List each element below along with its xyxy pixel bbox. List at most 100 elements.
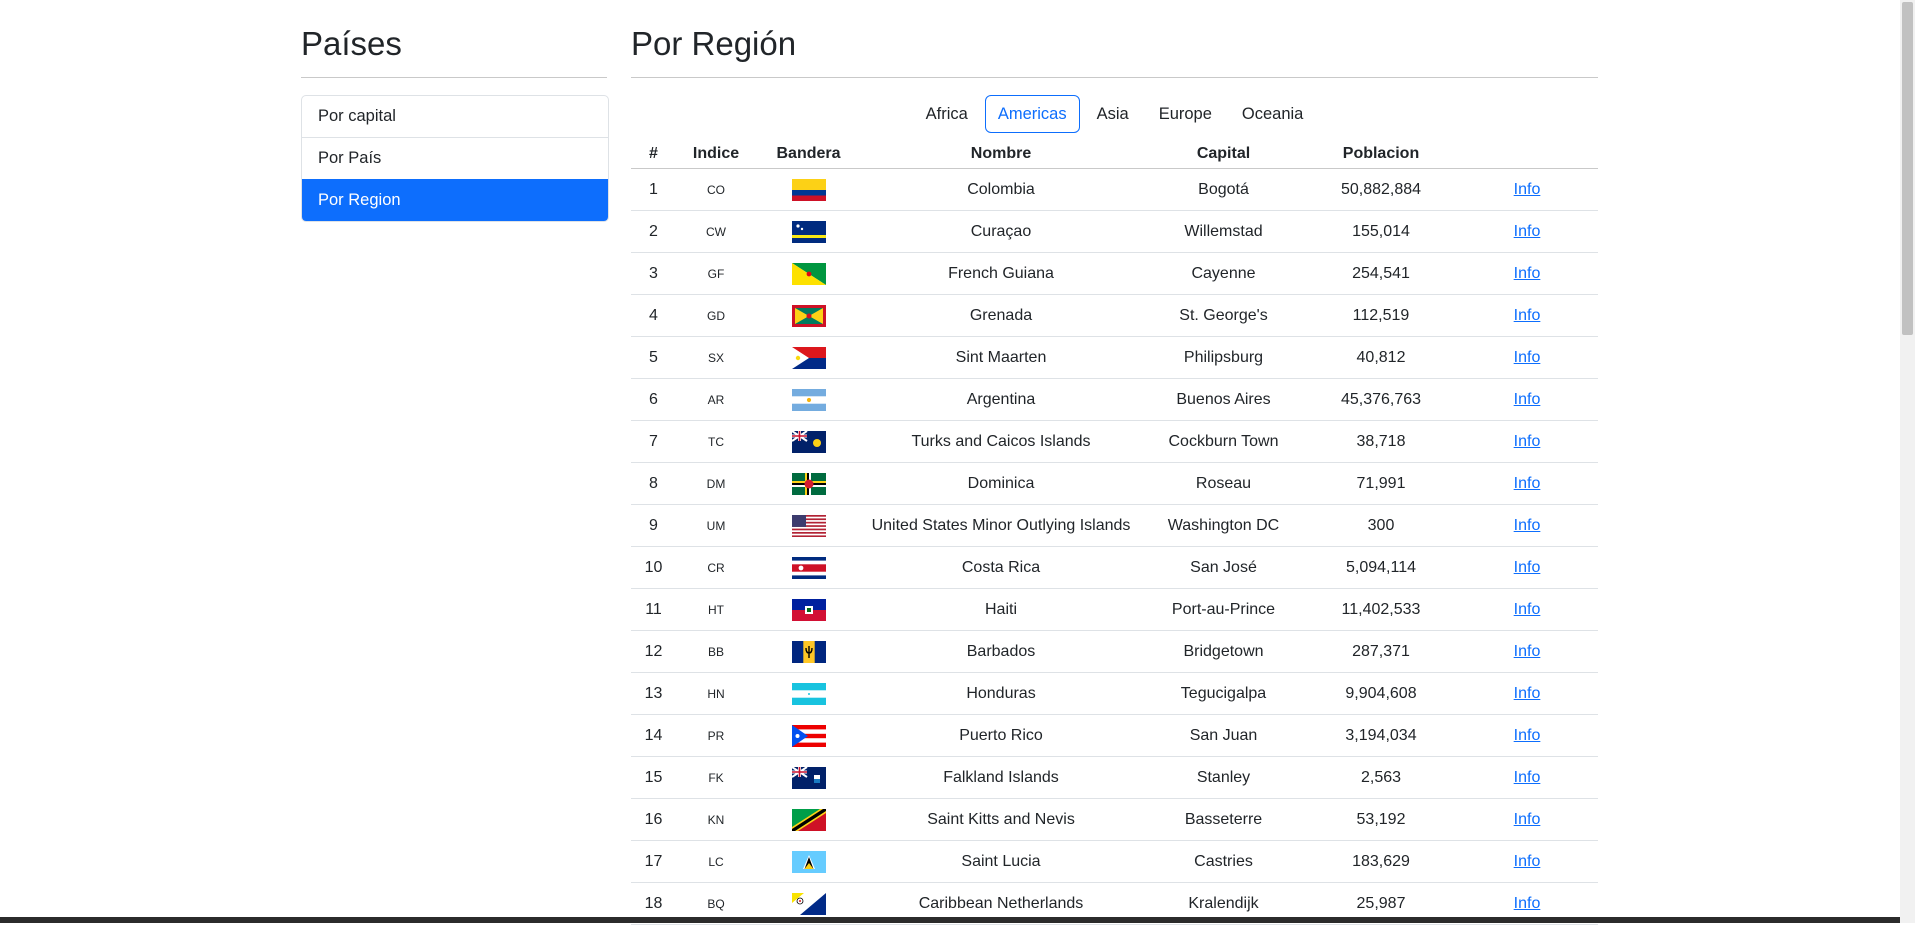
country-population: 300 xyxy=(1306,504,1456,547)
region-tab-oceania[interactable]: Oceania xyxy=(1229,95,1316,133)
info-link[interactable]: Info xyxy=(1514,349,1541,366)
sidebar-item-por-capital[interactable]: Por capital xyxy=(302,96,608,137)
country-code: KN xyxy=(676,798,756,841)
country-capital: Cockburn Town xyxy=(1141,420,1306,463)
country-name: Honduras xyxy=(861,672,1141,715)
info-link[interactable]: Info xyxy=(1514,307,1541,324)
info-link[interactable]: Info xyxy=(1514,601,1541,618)
country-code: FK xyxy=(676,756,756,799)
table-row: 7 TC Turks and Caicos Islands Cockburn Town… xyxy=(631,420,1598,463)
table-row: 15 FK Falkland Islands Stanley 2,563 Info xyxy=(631,756,1598,799)
table-row: 13 HN Honduras Tegucigalpa 9,904,608 Info xyxy=(631,672,1598,715)
info-link[interactable]: Info xyxy=(1514,559,1541,576)
info-cell: Info xyxy=(1456,378,1598,421)
country-code: TC xyxy=(676,420,756,463)
flag-cell xyxy=(756,378,861,421)
info-cell: Info xyxy=(1456,546,1598,589)
country-capital: Bogotá xyxy=(1141,168,1306,211)
info-link[interactable]: Info xyxy=(1514,769,1541,786)
flag-cell xyxy=(756,252,861,295)
country-population: 11,402,533 xyxy=(1306,588,1456,631)
region-tab-asia[interactable]: Asia xyxy=(1084,95,1142,133)
gf-flag-icon xyxy=(791,262,826,285)
row-number: 8 xyxy=(631,462,676,505)
info-cell: Info xyxy=(1456,840,1598,883)
flag-cell xyxy=(756,798,861,841)
row-number: 9 xyxy=(631,504,676,547)
sidebar-item-por-region[interactable]: Por Region xyxy=(302,179,608,221)
table-row: 11 HT Haiti Port-au-Prince 11,402,533 Info xyxy=(631,588,1598,631)
co-flag-icon xyxy=(791,178,826,201)
info-cell: Info xyxy=(1456,714,1598,757)
country-name: Haiti xyxy=(861,588,1141,631)
country-capital: Washington DC xyxy=(1141,504,1306,547)
scrollbar-thumb[interactable] xyxy=(1902,2,1913,335)
info-cell: Info xyxy=(1456,630,1598,673)
row-number: 12 xyxy=(631,630,676,673)
info-link[interactable]: Info xyxy=(1514,265,1541,282)
country-capital: San Juan xyxy=(1141,714,1306,757)
info-cell: Info xyxy=(1456,294,1598,337)
info-link[interactable]: Info xyxy=(1514,181,1541,198)
country-population: 3,194,034 xyxy=(1306,714,1456,757)
column-header-actions xyxy=(1456,139,1598,169)
table-row: 3 GF French Guiana Cayenne 254,541 Info xyxy=(631,252,1598,295)
table-row: 9 UM United States Minor Outlying Islands W… xyxy=(631,504,1598,547)
info-link[interactable]: Info xyxy=(1514,433,1541,450)
sidebar-item-por-pais[interactable]: Por País xyxy=(302,137,608,179)
info-link[interactable]: Info xyxy=(1514,727,1541,744)
country-capital: Buenos Aires xyxy=(1141,378,1306,421)
info-link[interactable]: Info xyxy=(1514,895,1541,912)
info-cell: Info xyxy=(1456,420,1598,463)
country-name: Grenada xyxy=(861,294,1141,337)
row-number: 11 xyxy=(631,588,676,631)
region-tab-africa[interactable]: Africa xyxy=(913,95,981,133)
pr-flag-icon xyxy=(791,724,826,747)
info-cell: Info xyxy=(1456,462,1598,505)
country-name: French Guiana xyxy=(861,252,1141,295)
country-capital: Basseterre xyxy=(1141,798,1306,841)
country-capital: Willemstad xyxy=(1141,210,1306,253)
country-capital: St. George's xyxy=(1141,294,1306,337)
country-name: Sint Maarten xyxy=(861,336,1141,379)
country-code: GD xyxy=(676,294,756,337)
country-name: Argentina xyxy=(861,378,1141,421)
info-link[interactable]: Info xyxy=(1514,853,1541,870)
column-header-bandera: Bandera xyxy=(756,139,861,169)
info-link[interactable]: Info xyxy=(1514,223,1541,240)
table-row: 10 CR Costa Rica San José 5,094,114 Info xyxy=(631,546,1598,589)
bq-flag-icon xyxy=(791,892,826,915)
row-number: 10 xyxy=(631,546,676,589)
info-cell: Info xyxy=(1456,210,1598,253)
country-capital: Philipsburg xyxy=(1141,336,1306,379)
country-capital: Bridgetown xyxy=(1141,630,1306,673)
lc-flag-icon xyxy=(791,850,826,873)
info-link[interactable]: Info xyxy=(1514,643,1541,660)
row-number: 14 xyxy=(631,714,676,757)
country-name: Barbados xyxy=(861,630,1141,673)
cr-flag-icon xyxy=(791,556,826,579)
region-tab-europe[interactable]: Europe xyxy=(1146,95,1225,133)
info-link[interactable]: Info xyxy=(1514,685,1541,702)
info-cell: Info xyxy=(1456,252,1598,295)
flag-cell xyxy=(756,504,861,547)
country-code: BB xyxy=(676,630,756,673)
gd-flag-icon xyxy=(791,304,826,327)
row-number: 15 xyxy=(631,756,676,799)
row-number: 7 xyxy=(631,420,676,463)
info-link[interactable]: Info xyxy=(1514,811,1541,828)
country-population: 2,563 xyxy=(1306,756,1456,799)
info-link[interactable]: Info xyxy=(1514,517,1541,534)
scrollbar[interactable] xyxy=(1900,0,1915,923)
country-population: 155,014 xyxy=(1306,210,1456,253)
country-code: GF xyxy=(676,252,756,295)
flag-cell xyxy=(756,630,861,673)
region-tab-americas[interactable]: Americas xyxy=(984,95,1080,133)
country-population: 5,094,114 xyxy=(1306,546,1456,589)
country-code: SX xyxy=(676,336,756,379)
table-row: 8 DM Dominica Roseau 71,991 Info xyxy=(631,462,1598,505)
info-link[interactable]: Info xyxy=(1514,475,1541,492)
info-link[interactable]: Info xyxy=(1514,391,1541,408)
country-code: CO xyxy=(676,168,756,211)
country-population: 53,192 xyxy=(1306,798,1456,841)
